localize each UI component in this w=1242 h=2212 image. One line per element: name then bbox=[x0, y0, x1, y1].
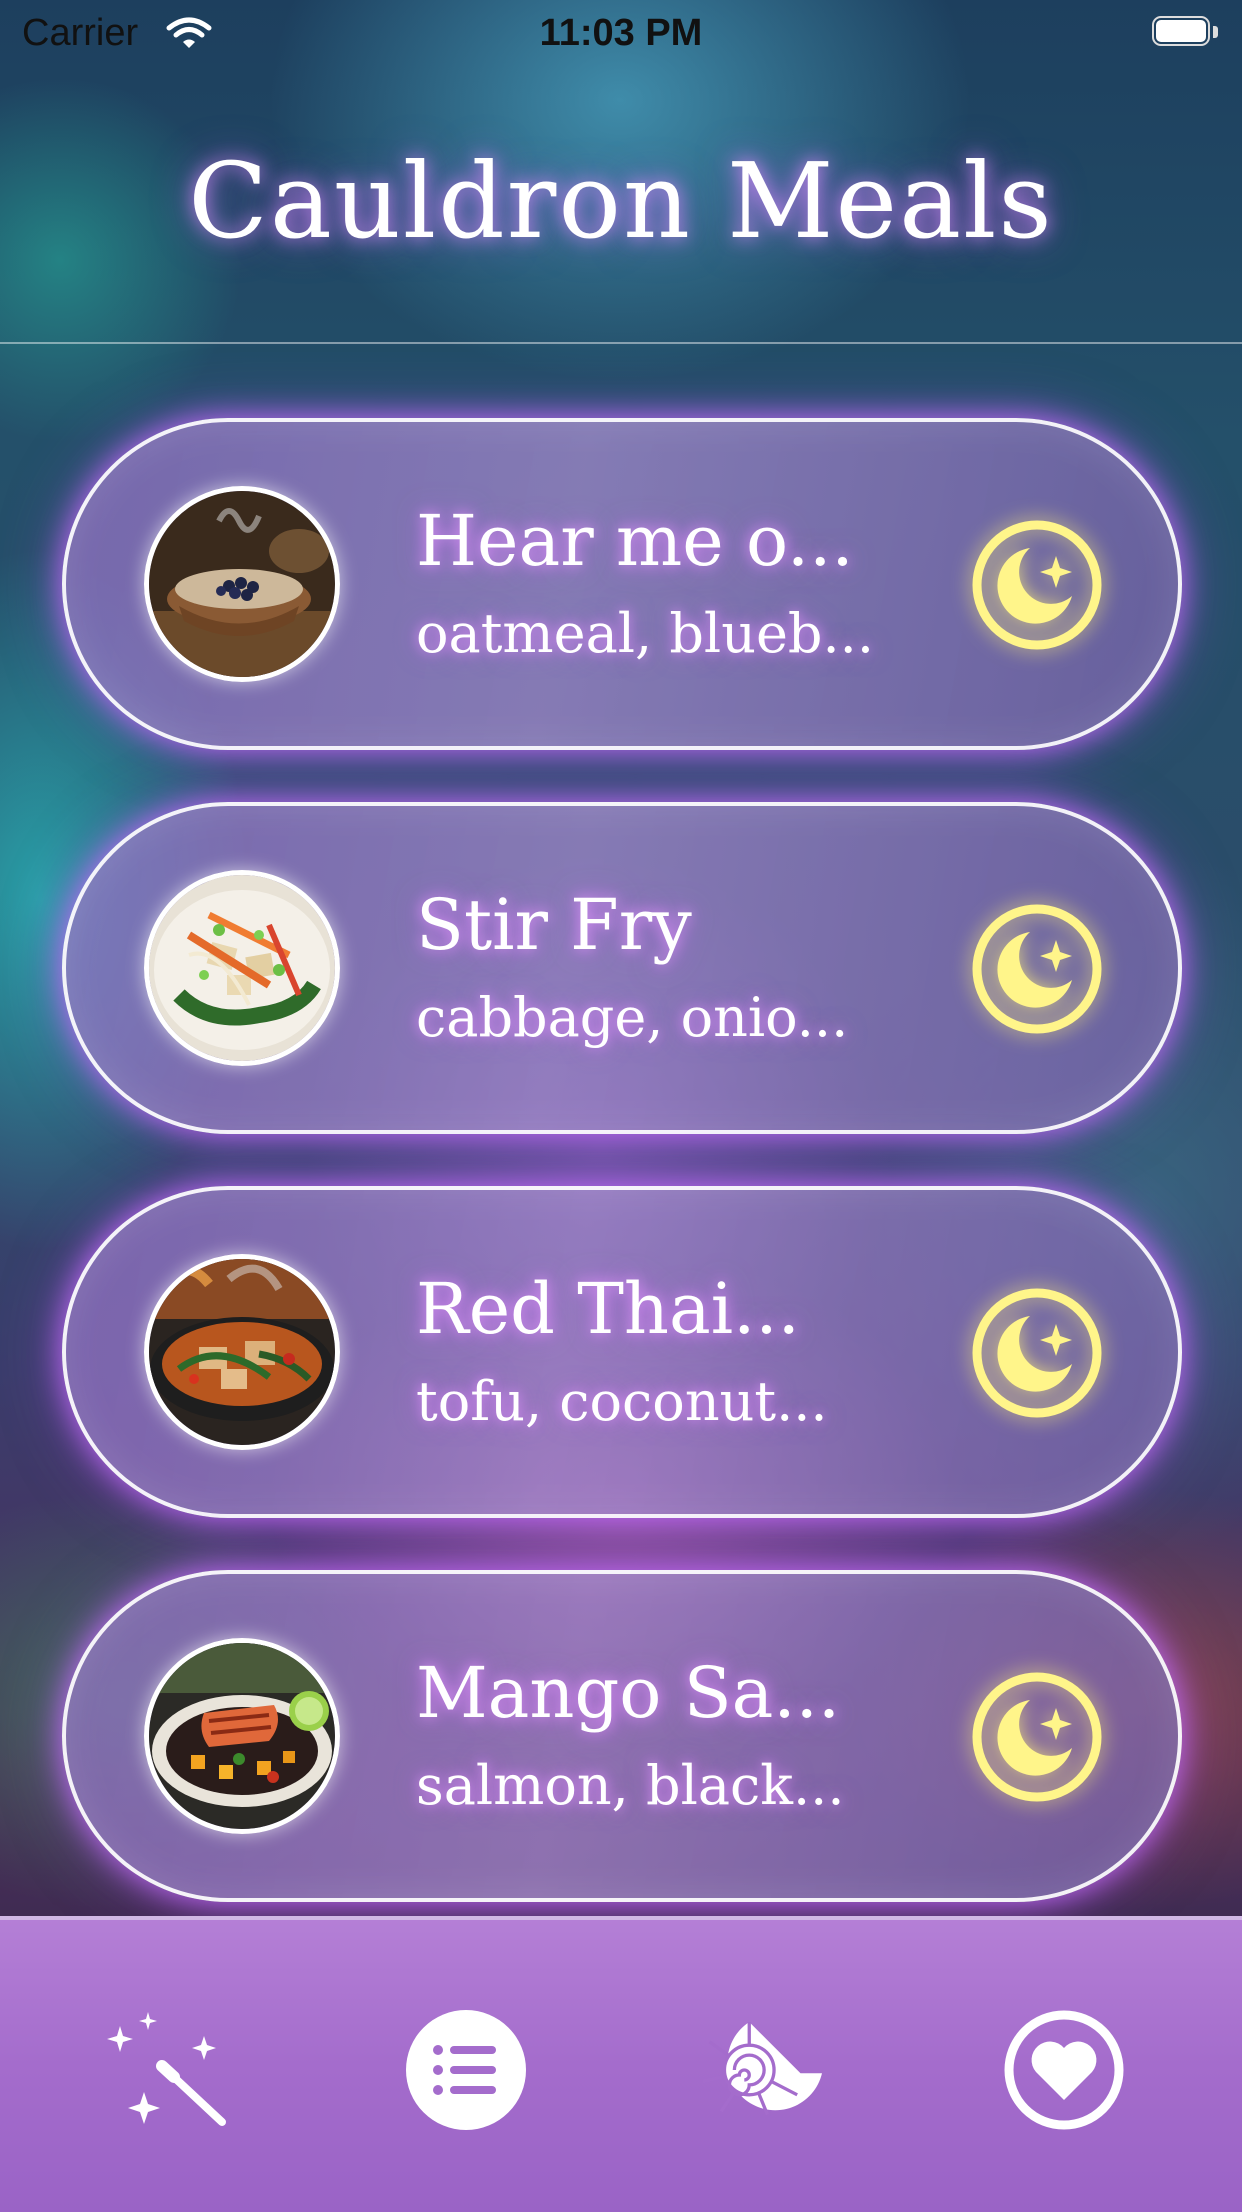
magic-wand-icon[interactable] bbox=[104, 2008, 228, 2132]
moon-star-icon[interactable] bbox=[970, 902, 1104, 1036]
title-divider bbox=[0, 342, 1242, 344]
status-time: 11:03 PM bbox=[539, 12, 703, 54]
stir-fry-plate-photo bbox=[144, 870, 340, 1066]
meal-name: Hear me o... bbox=[416, 500, 854, 582]
moon-star-icon[interactable] bbox=[970, 1286, 1104, 1420]
meal-name: Red Thai... bbox=[416, 1268, 800, 1350]
tab-bar bbox=[0, 1916, 1242, 2212]
page-title: Cauldron Meals bbox=[188, 140, 1054, 262]
meal-ingredients: salmon, black... bbox=[416, 1754, 845, 1817]
heart-icon[interactable] bbox=[1002, 2008, 1126, 2132]
nautilus-shell-icon[interactable] bbox=[698, 2008, 848, 2132]
meal-card[interactable]: Stir Fry cabbage, onio... bbox=[62, 802, 1182, 1134]
list-icon[interactable] bbox=[404, 2008, 528, 2132]
meal-card[interactable]: Red Thai... tofu, coconut... bbox=[62, 1186, 1182, 1518]
red-thai-curry-pan-photo bbox=[144, 1254, 340, 1450]
meal-ingredients: oatmeal, blueb... bbox=[416, 602, 874, 665]
meal-name: Stir Fry bbox=[416, 884, 692, 966]
status-bar: Carrier 11:03 PM bbox=[0, 0, 1242, 64]
oatmeal-bowl-photo bbox=[144, 486, 340, 682]
moon-star-icon[interactable] bbox=[970, 518, 1104, 652]
battery-icon bbox=[1152, 16, 1218, 48]
meal-card[interactable]: Mango Sa... salmon, black... bbox=[62, 1570, 1182, 1902]
meal-ingredients: cabbage, onio... bbox=[416, 986, 849, 1049]
meal-name: Mango Sa... bbox=[416, 1652, 841, 1734]
meal-ingredients: tofu, coconut... bbox=[416, 1370, 828, 1433]
mango-salmon-plate-photo bbox=[144, 1638, 340, 1834]
moon-star-icon[interactable] bbox=[970, 1670, 1104, 1804]
meal-card[interactable]: Hear me o... oatmeal, blueb... bbox=[62, 418, 1182, 750]
